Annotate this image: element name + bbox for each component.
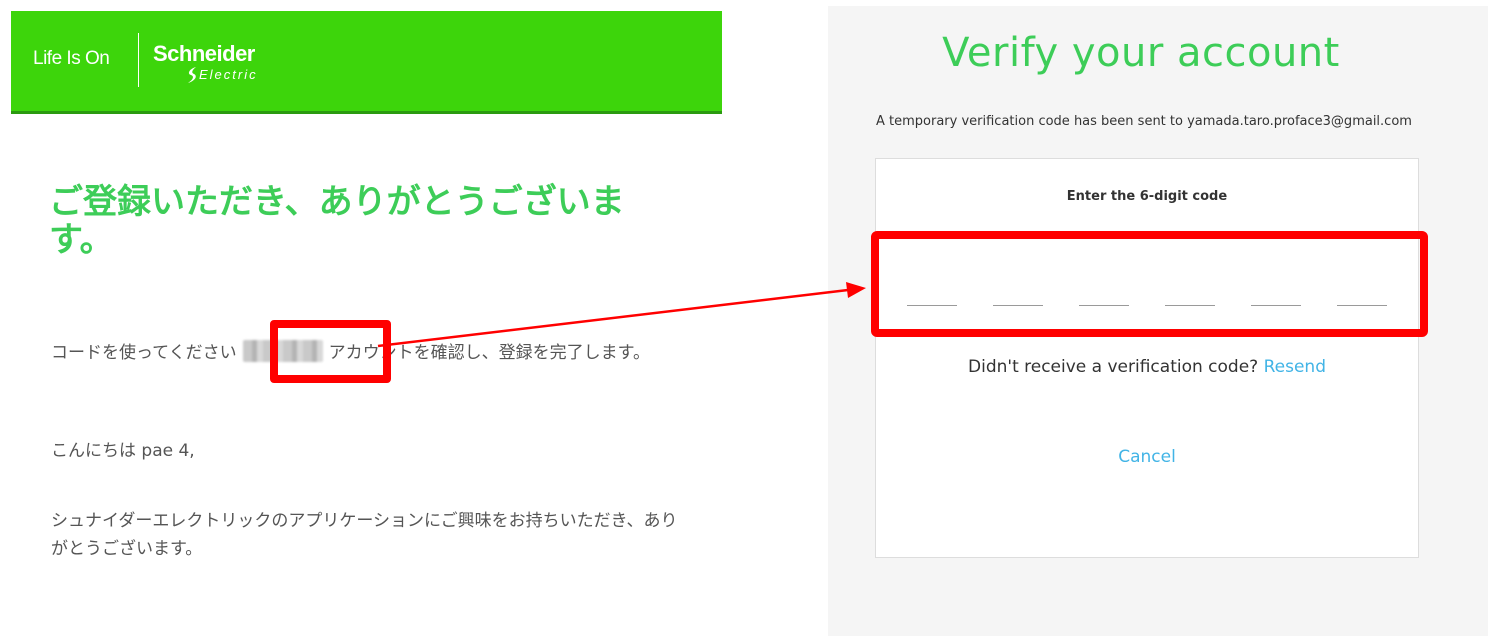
brand-name: Schneider (153, 41, 255, 66)
code-input-highlight-box (871, 231, 1428, 337)
code-label: Enter the 6-digit code (1066, 189, 1228, 204)
email-title: ご登録いただき、ありがとうございます。 (49, 182, 625, 260)
email-header: Life Is On Schneider Electric (11, 11, 722, 114)
verification-note: A temporary verification code has been s… (876, 114, 1412, 129)
verify-title: Verify your account (942, 30, 1340, 76)
brand-divider (138, 33, 139, 87)
cancel-link[interactable]: Cancel (876, 447, 1418, 467)
code-highlight-box (270, 320, 391, 383)
code-card: Enter the 6-digit code Didn't receive a … (875, 158, 1419, 558)
thanks-message: シュナイダーエレクトリックのアプリケーションにご興味をお持ちいただき、ありがとう… (51, 511, 678, 559)
resend-line: Didn't receive a verification code? Rese… (876, 357, 1418, 377)
brand-tagline: Life Is On (33, 48, 110, 69)
screenshot-stage: Life Is On Schneider Electric ご登録いただき、あり… (0, 0, 1501, 639)
greeting: こんにちは pae 4, (51, 441, 195, 461)
code-instruction-before: コードを使ってください (51, 343, 237, 363)
brand-sub: Electric (199, 67, 258, 82)
resend-prompt: Didn't receive a verification code? (968, 357, 1264, 377)
resend-link[interactable]: Resend (1264, 357, 1326, 377)
